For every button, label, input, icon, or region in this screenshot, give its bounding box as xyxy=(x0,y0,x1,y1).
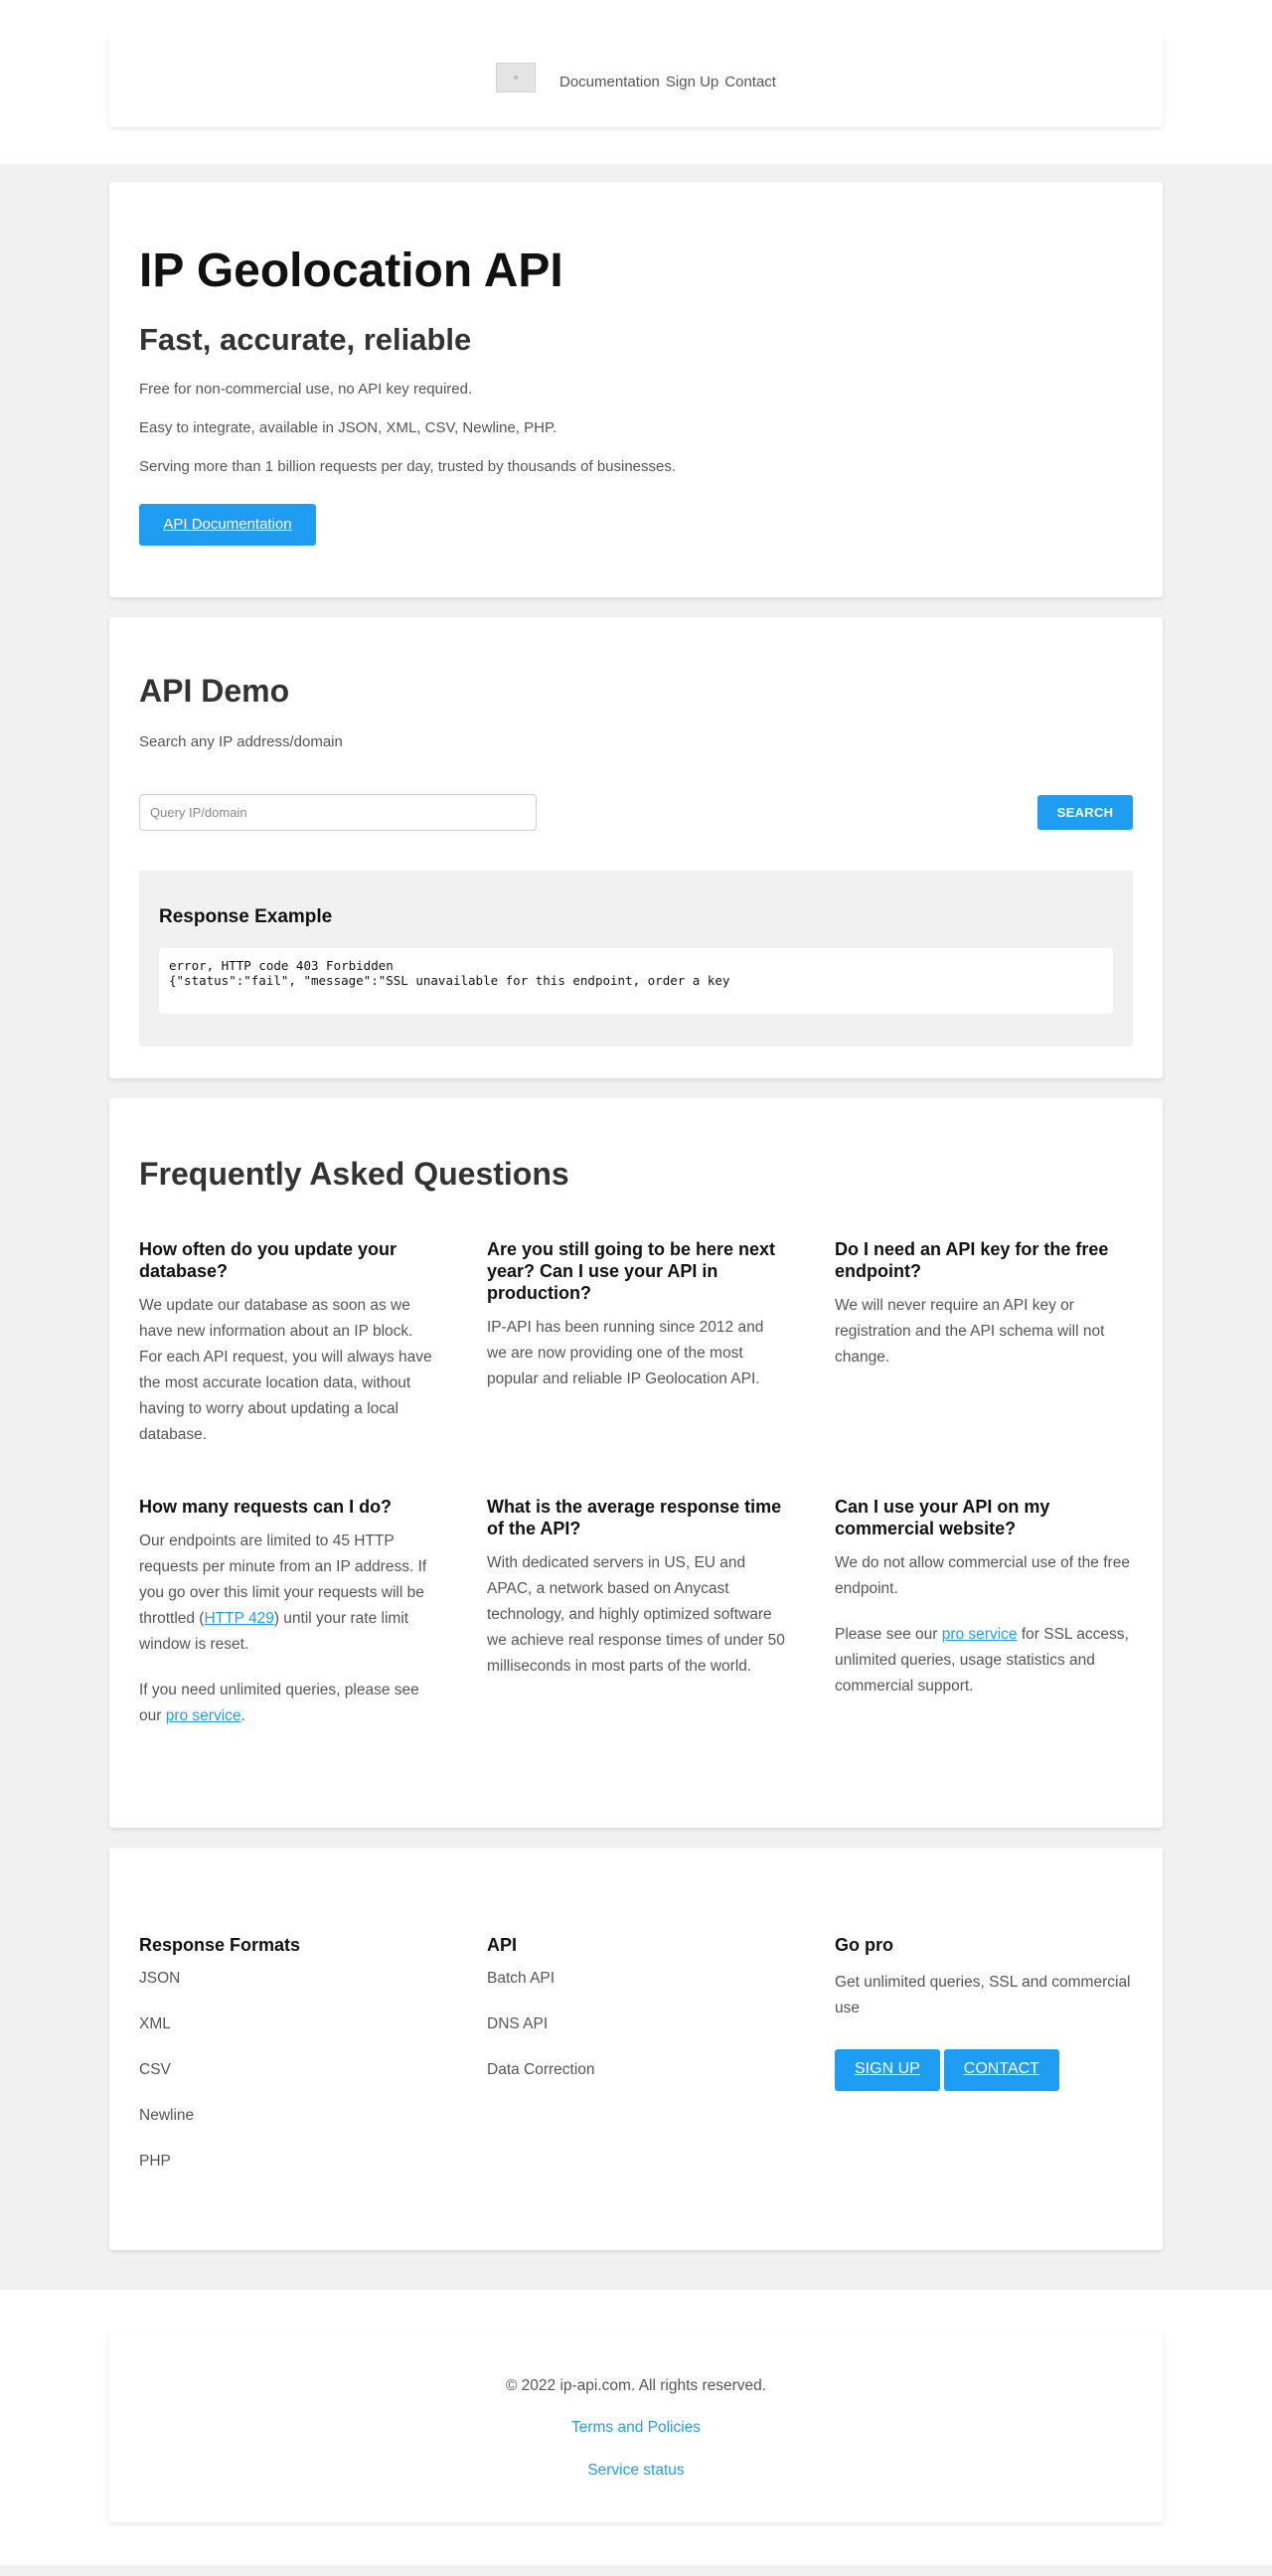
api-demo-section: API Demo Search any IP address/domain SE… xyxy=(109,617,1163,1078)
format-csv-link[interactable]: CSV xyxy=(139,2061,487,2107)
nav-signup-link[interactable]: Sign Up xyxy=(666,74,718,90)
faq-item-rate-limit: How many requests can I do? Our endpoint… xyxy=(139,1496,437,1729)
faq-item-api-key: Do I need an API key for the free endpoi… xyxy=(835,1238,1133,1448)
page-title: IP Geolocation API xyxy=(139,244,563,297)
nav-documentation-link[interactable]: Documentation xyxy=(559,74,660,90)
footer-band: © 2022 ip-api.com. All rights reserved. … xyxy=(0,2290,1272,2565)
site-logo-icon[interactable] xyxy=(496,63,536,92)
http-429-link[interactable]: HTTP 429 xyxy=(204,1610,273,1627)
go-pro-text: Get unlimited queries, SSL and commercia… xyxy=(835,1974,1131,2016)
copyright-text: © 2022 ip-api.com. All rights reserved. xyxy=(505,2377,767,2394)
faq-grid: How often do you update your database? W… xyxy=(139,1238,1133,1729)
footer-links-section: Response Formats JSON XML CSV Newline PH… xyxy=(109,1848,1163,2250)
hero-section: IP Geolocation API Fast, accurate, relia… xyxy=(109,182,1163,597)
format-php-link[interactable]: PHP xyxy=(139,2153,487,2198)
faq-question: How many requests can I do? xyxy=(139,1497,393,1517)
column-title: Response Formats xyxy=(139,1935,301,1955)
terms-link[interactable]: Terms and Policies xyxy=(109,2419,1163,2437)
response-line-status: error, HTTP code 403 Forbidden xyxy=(169,958,394,973)
faq-item-update: How often do you update your database? W… xyxy=(139,1238,437,1448)
faq-answer: Our endpoints are limited to 45 HTTP req… xyxy=(139,1529,437,1658)
sign-up-button[interactable]: SIGN UP xyxy=(835,2049,940,2091)
faq-answer: If you need unlimited queries, please se… xyxy=(139,1678,437,1729)
faq-section: Frequently Asked Questions How often do … xyxy=(109,1098,1163,1828)
service-status-link[interactable]: Service status xyxy=(109,2462,1163,2480)
faq-answer-text: . xyxy=(240,1707,245,1724)
batch-api-link[interactable]: Batch API xyxy=(487,1970,835,2015)
faq-answer: With dedicated servers in US, EU and APA… xyxy=(487,1554,785,1675)
hero-subtitle: Fast, accurate, reliable xyxy=(139,322,472,358)
faq-item-commercial: Can I use your API on my commercial webs… xyxy=(835,1496,1133,1729)
column-title: Go pro xyxy=(835,1935,893,1955)
faq-answer: We will never require an API key or regi… xyxy=(835,1297,1105,1366)
faq-answer: We update our database as soon as we hav… xyxy=(139,1297,432,1443)
faq-answer: Please see our pro service for SSL acces… xyxy=(835,1622,1133,1699)
hero-line-formats: Easy to integrate, available in JSON, XM… xyxy=(139,419,557,437)
faq-question: Are you still going to be here next year… xyxy=(487,1239,776,1303)
faq-title: Frequently Asked Questions xyxy=(139,1156,569,1192)
nav-contact-link[interactable]: Contact xyxy=(724,74,776,90)
query-input[interactable] xyxy=(139,794,537,831)
header-band: Documentation Sign Up Contact xyxy=(0,0,1272,164)
go-pro-column: Go pro Get unlimited queries, SSL and co… xyxy=(835,1935,1133,2250)
faq-answer-text: Please see our xyxy=(835,1626,942,1643)
response-example-panel: Response Example error, HTTP code 403 Fo… xyxy=(139,871,1133,1046)
search-row: SEARCH xyxy=(139,794,1133,831)
response-formats-column: Response Formats JSON XML CSV Newline PH… xyxy=(139,1935,487,2250)
response-code-block: error, HTTP code 403 Forbidden {"status":… xyxy=(159,948,1113,1014)
pro-service-link[interactable]: pro service xyxy=(166,1707,241,1724)
faq-question: What is the average response time of the… xyxy=(487,1497,782,1538)
demo-subtitle: Search any IP address/domain xyxy=(139,733,343,750)
main-content: IP Geolocation API Fast, accurate, relia… xyxy=(0,164,1272,2565)
contact-button[interactable]: CONTACT xyxy=(943,2049,1059,2091)
faq-question: How often do you update your database? xyxy=(139,1239,397,1281)
response-line-json: {"status":"fail", "message":"SSL unavail… xyxy=(169,973,730,988)
go-pro-buttons: SIGN UP CONTACT xyxy=(835,2049,1133,2091)
format-xml-link[interactable]: XML xyxy=(139,2015,487,2061)
faq-answer: We do not allow commercial use of the fr… xyxy=(835,1554,1130,1597)
pro-service-link[interactable]: pro service xyxy=(942,1626,1018,1643)
format-json-link[interactable]: JSON xyxy=(139,1970,487,2015)
faq-question: Do I need an API key for the free endpoi… xyxy=(835,1239,1109,1281)
nav-links: Documentation Sign Up Contact xyxy=(559,74,776,90)
format-newline-link[interactable]: Newline xyxy=(139,2107,487,2153)
column-title: API xyxy=(487,1935,518,1955)
faq-item-response-time: What is the average response time of the… xyxy=(487,1496,785,1729)
api-documentation-button[interactable]: API Documentation xyxy=(139,504,316,547)
hero-line-free: Free for non-commercial use, no API key … xyxy=(139,381,473,399)
demo-title: API Demo xyxy=(139,673,290,709)
api-column: API Batch API DNS API Data Correction xyxy=(487,1935,835,2250)
hero-line-scale: Serving more than 1 billion requests per… xyxy=(139,458,677,476)
faq-question: Can I use your API on my commercial webs… xyxy=(835,1497,1050,1538)
search-button[interactable]: SEARCH xyxy=(1037,795,1133,830)
response-example-title: Response Example xyxy=(159,906,333,927)
data-correction-link[interactable]: Data Correction xyxy=(487,2061,835,2107)
top-nav: Documentation Sign Up Contact xyxy=(109,36,1163,127)
copyright-card: © 2022 ip-api.com. All rights reserved. … xyxy=(109,2330,1163,2522)
faq-answer: IP-API has been running since 2012 and w… xyxy=(487,1319,764,1387)
dns-api-link[interactable]: DNS API xyxy=(487,2015,835,2061)
faq-item-production: Are you still going to be here next year… xyxy=(487,1238,785,1448)
